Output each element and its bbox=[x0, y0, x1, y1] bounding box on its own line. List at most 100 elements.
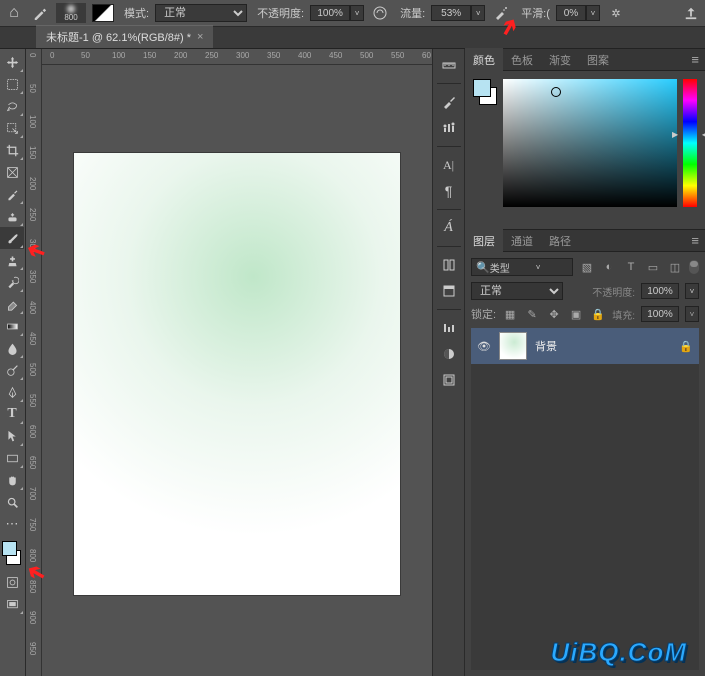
tool-preset-picker[interactable] bbox=[30, 3, 50, 23]
layer-fill-input[interactable] bbox=[641, 306, 679, 322]
flow-chevron[interactable]: ˅ bbox=[471, 5, 485, 21]
tab-paths[interactable]: 路径 bbox=[541, 229, 579, 253]
document-canvas[interactable] bbox=[74, 153, 400, 595]
blur-tool[interactable] bbox=[0, 337, 24, 359]
opacity-chevron[interactable]: ˅ bbox=[350, 5, 364, 21]
dock-glyphs-icon[interactable]: Á bbox=[435, 216, 463, 240]
healing-brush-tool[interactable] bbox=[0, 205, 24, 227]
eraser-tool[interactable] bbox=[0, 293, 24, 315]
dodge-tool[interactable] bbox=[0, 359, 24, 381]
zoom-tool[interactable] bbox=[0, 491, 24, 513]
layers-panel: 图层 通道 路径 ≡ 🔍 ˅ ▧ ◐ T ▭ ◫ bbox=[465, 229, 705, 676]
history-brush-tool[interactable] bbox=[0, 271, 24, 293]
edit-toolbar-button[interactable]: ⋯ bbox=[0, 513, 24, 535]
layer-fill-chevron[interactable]: ˅ bbox=[685, 306, 699, 322]
color-panel-fg-swatch[interactable] bbox=[473, 79, 491, 97]
dock-character-icon[interactable]: A| bbox=[435, 153, 463, 177]
marquee-tool[interactable] bbox=[0, 73, 24, 95]
opacity-pressure-button[interactable] bbox=[370, 3, 390, 23]
home-button[interactable] bbox=[4, 3, 24, 23]
lock-position-icon[interactable]: ✥ bbox=[546, 306, 562, 322]
tab-patterns[interactable]: 图案 bbox=[579, 48, 617, 72]
lock-artboard-icon[interactable]: ▣ bbox=[568, 306, 584, 322]
hand-tool[interactable] bbox=[0, 469, 24, 491]
color-panel-fg-bg[interactable] bbox=[473, 79, 497, 105]
layer-opacity-chevron[interactable]: ˅ bbox=[685, 283, 699, 299]
color-field[interactable] bbox=[503, 79, 677, 207]
filter-adjustment-icon[interactable]: ◐ bbox=[601, 259, 617, 275]
layers-panel-menu[interactable]: ≡ bbox=[685, 233, 705, 248]
lock-transparency-icon[interactable]: ▦ bbox=[502, 306, 518, 322]
frame-tool[interactable] bbox=[0, 161, 24, 183]
smoothing-input[interactable] bbox=[556, 5, 586, 21]
pen-tool[interactable] bbox=[0, 381, 24, 403]
hue-slider-thumb[interactable] bbox=[680, 135, 700, 139]
filter-smartobj-icon[interactable]: ◫ bbox=[667, 259, 683, 275]
opacity-input[interactable] bbox=[310, 5, 350, 21]
foreground-background-color[interactable] bbox=[2, 541, 23, 565]
document-tab[interactable]: 未标题-1 @ 62.1%(RGB/8#) * × bbox=[36, 25, 213, 48]
brush-tool[interactable] bbox=[0, 227, 24, 249]
tab-channels[interactable]: 通道 bbox=[503, 229, 541, 253]
dock-adjustments-icon[interactable] bbox=[435, 316, 463, 340]
clone-stamp-tool[interactable] bbox=[0, 249, 24, 271]
layer-name-label[interactable]: 背景 bbox=[535, 338, 671, 354]
filter-toggle[interactable] bbox=[689, 260, 699, 274]
path-selection-tool[interactable] bbox=[0, 425, 24, 447]
layer-thumbnail[interactable] bbox=[499, 332, 527, 360]
type-tool[interactable]: T bbox=[0, 403, 24, 425]
dock-libraries-icon[interactable] bbox=[435, 253, 463, 277]
dock-ruler-icon[interactable] bbox=[435, 53, 463, 77]
canvas-viewport[interactable] bbox=[42, 65, 432, 676]
dock-history-icon[interactable] bbox=[435, 279, 463, 303]
flow-input[interactable] bbox=[431, 5, 471, 21]
mode-label: 模式: bbox=[124, 5, 149, 21]
lock-pixels-icon[interactable]: ✎ bbox=[524, 306, 540, 322]
layer-lock-icon[interactable]: 🔒 bbox=[679, 340, 693, 353]
layer-filter-input[interactable] bbox=[490, 262, 536, 273]
filter-pixel-icon[interactable]: ▧ bbox=[579, 259, 595, 275]
lock-all-icon[interactable]: 🔒 bbox=[590, 306, 606, 322]
hue-slider[interactable] bbox=[683, 79, 697, 207]
crop-tool[interactable] bbox=[0, 139, 24, 161]
dock-brushes-icon[interactable] bbox=[435, 90, 463, 114]
foreground-color-swatch[interactable] bbox=[2, 541, 17, 556]
dock-paragraph-icon[interactable]: ¶ bbox=[435, 179, 463, 203]
tab-color[interactable]: 颜色 bbox=[465, 48, 503, 72]
gradient-tool[interactable] bbox=[0, 315, 24, 337]
move-tool[interactable] bbox=[0, 51, 24, 73]
smoothing-chevron[interactable]: ˅ bbox=[586, 5, 600, 21]
dock-artboards-icon[interactable] bbox=[435, 368, 463, 392]
lasso-tool[interactable] bbox=[0, 95, 24, 117]
document-tab-bar: 未标题-1 @ 62.1%(RGB/8#) * × bbox=[0, 27, 705, 49]
blend-mode-dropdown[interactable]: 正常 bbox=[155, 4, 247, 22]
layers-panel-tabs: 图层 通道 路径 ≡ bbox=[465, 230, 705, 252]
collapsed-panel-dock: A| ¶ Á bbox=[432, 49, 464, 676]
tab-swatches[interactable]: 色板 bbox=[503, 48, 541, 72]
smoothing-options-button[interactable]: ✲ bbox=[606, 3, 626, 23]
eyedropper-tool[interactable] bbox=[0, 183, 24, 205]
brush-preset-picker[interactable]: 800 bbox=[56, 3, 86, 23]
horizontal-ruler[interactable]: 05010015020025030035040045050055060 bbox=[42, 49, 432, 65]
screen-mode-button[interactable] bbox=[0, 593, 24, 615]
color-field-cursor[interactable] bbox=[551, 87, 561, 97]
dock-styles-icon[interactable] bbox=[435, 342, 463, 366]
tab-layers[interactable]: 图层 bbox=[465, 229, 503, 253]
quick-mask-button[interactable] bbox=[0, 571, 24, 593]
flow-label: 流量: bbox=[400, 5, 425, 21]
color-panel-menu[interactable]: ≡ bbox=[685, 52, 705, 67]
layer-visibility-toggle[interactable]: 👁 bbox=[477, 340, 491, 353]
quick-selection-tool[interactable] bbox=[0, 117, 24, 139]
rectangle-tool[interactable] bbox=[0, 447, 24, 469]
layer-opacity-input[interactable] bbox=[641, 283, 679, 299]
dock-brush-settings-icon[interactable] bbox=[435, 116, 463, 140]
share-button[interactable] bbox=[681, 3, 701, 23]
layer-item[interactable]: 👁 背景 🔒 bbox=[471, 328, 699, 364]
filter-type-icon[interactable]: T bbox=[623, 259, 639, 275]
layer-blend-mode[interactable]: 正常 bbox=[471, 282, 563, 300]
tab-gradients[interactable]: 渐变 bbox=[541, 48, 579, 72]
document-tab-close[interactable]: × bbox=[197, 31, 203, 43]
layer-filter-type[interactable]: 🔍 ˅ bbox=[471, 258, 573, 276]
brush-panel-toggle[interactable] bbox=[92, 4, 114, 22]
filter-shape-icon[interactable]: ▭ bbox=[645, 259, 661, 275]
